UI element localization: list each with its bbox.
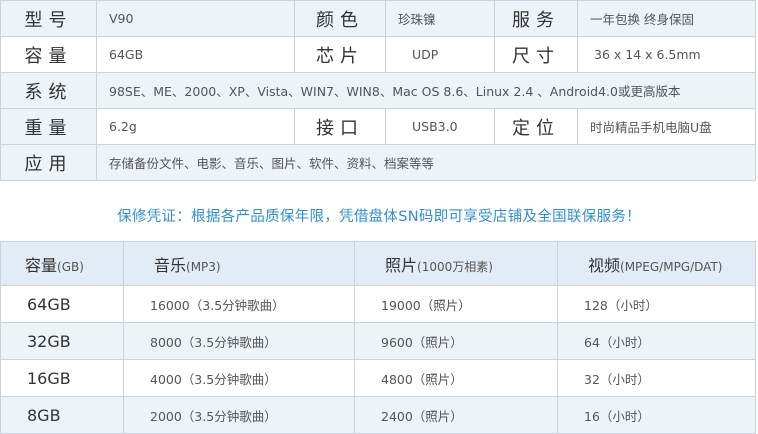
table-row: 16GB 4000（3.5分钟歌曲） 4800（照片） 32（小时） xyxy=(0,359,756,397)
row-capacity: 32GB xyxy=(0,322,124,360)
model-label: 型号 xyxy=(0,0,97,37)
spec-row-usage: 应用 存储备份文件、电影、音乐、图片、软件、资料、档案等等 xyxy=(0,144,756,181)
interface-value: USB3.0 xyxy=(385,108,495,145)
weight-label: 重量 xyxy=(0,108,97,145)
row-music: 4000（3.5分钟歌曲） xyxy=(123,359,355,397)
color-label: 颜色 xyxy=(294,0,386,37)
table-row: 32GB 8000（3.5分钟歌曲） 9600（照片） 64（小时） xyxy=(0,322,756,360)
system-value: 98SE、ME、2000、XP、Vista、WIN7、WIN8、Mac OS 8… xyxy=(96,72,756,109)
chip-label: 芯片 xyxy=(294,36,386,73)
model-value: V90 xyxy=(96,0,295,37)
header-capacity: 容量(GB) xyxy=(0,241,124,286)
spec-row-model: 型号 V90 颜色 珍珠镍 服务 一年包换 终身保固 xyxy=(0,0,756,37)
system-label: 系统 xyxy=(0,72,97,109)
row-capacity: 64GB xyxy=(0,285,124,323)
row-photo: 9600（照片） xyxy=(354,322,558,360)
spec-row-weight: 重量 6.2g 接口 USB3.0 定位 时尚精品手机电脑U盘 xyxy=(0,108,756,145)
capacity-table: 容量(GB) 音乐(MP3) 照片(1000万相素) 视频(MPEG/MPG/D… xyxy=(0,241,756,434)
interface-label: 接口 xyxy=(294,108,386,145)
row-photo: 4800（照片） xyxy=(354,359,558,397)
capacity-label: 容量 xyxy=(0,36,97,73)
usage-value: 存储备份文件、电影、音乐、图片、软件、资料、档案等等 xyxy=(96,144,756,181)
table-row: 8GB 2000（3.5分钟歌曲） 2400（照片） 16（小时） xyxy=(0,396,756,434)
header-photo: 照片(1000万相素) xyxy=(354,241,558,286)
color-value: 珍珠镍 xyxy=(385,0,495,37)
row-video: 32（小时） xyxy=(557,359,756,397)
row-video: 16（小时） xyxy=(557,396,756,434)
position-value: 时尚精品手机电脑U盘 xyxy=(577,108,756,145)
warranty-notice: 保修凭证：根据各产品质保年限，凭借盘体SN码即可享受店铺及全国联保服务！ xyxy=(117,209,641,225)
row-photo: 2400（照片） xyxy=(354,396,558,434)
spec-row-capacity: 容量 64GB 芯片 UDP 尺寸 36 x 14 x 6.5mm xyxy=(0,36,756,73)
row-music: 8000（3.5分钟歌曲） xyxy=(123,322,355,360)
size-value: 36 x 14 x 6.5mm xyxy=(577,36,756,73)
row-photo: 19000（照片） xyxy=(354,285,558,323)
service-value: 一年包换 终身保固 xyxy=(577,0,756,37)
header-music: 音乐(MP3) xyxy=(123,241,355,286)
capacity-header-row: 容量(GB) 音乐(MP3) 照片(1000万相素) 视频(MPEG/MPG/D… xyxy=(0,241,756,286)
header-video: 视频(MPEG/MPG/DAT) xyxy=(557,241,756,286)
size-label: 尺寸 xyxy=(494,36,578,73)
row-music: 16000（3.5分钟歌曲） xyxy=(123,285,355,323)
service-label: 服务 xyxy=(494,0,578,37)
spec-table: 型号 V90 颜色 珍珠镍 服务 一年包换 终身保固 容量 64GB 芯片 UD… xyxy=(0,0,756,181)
row-music: 2000（3.5分钟歌曲） xyxy=(123,396,355,434)
capacity-value: 64GB xyxy=(96,36,295,73)
weight-value: 6.2g xyxy=(96,108,295,145)
row-video: 128（小时） xyxy=(557,285,756,323)
usage-label: 应用 xyxy=(0,144,97,181)
chip-value: UDP xyxy=(385,36,495,73)
position-label: 定位 xyxy=(494,108,578,145)
table-row: 64GB 16000（3.5分钟歌曲） 19000（照片） 128（小时） xyxy=(0,285,756,323)
row-video: 64（小时） xyxy=(557,322,756,360)
row-capacity: 16GB xyxy=(0,359,124,397)
row-capacity: 8GB xyxy=(0,396,124,434)
spec-row-system: 系统 98SE、ME、2000、XP、Vista、WIN7、WIN8、Mac O… xyxy=(0,72,756,109)
